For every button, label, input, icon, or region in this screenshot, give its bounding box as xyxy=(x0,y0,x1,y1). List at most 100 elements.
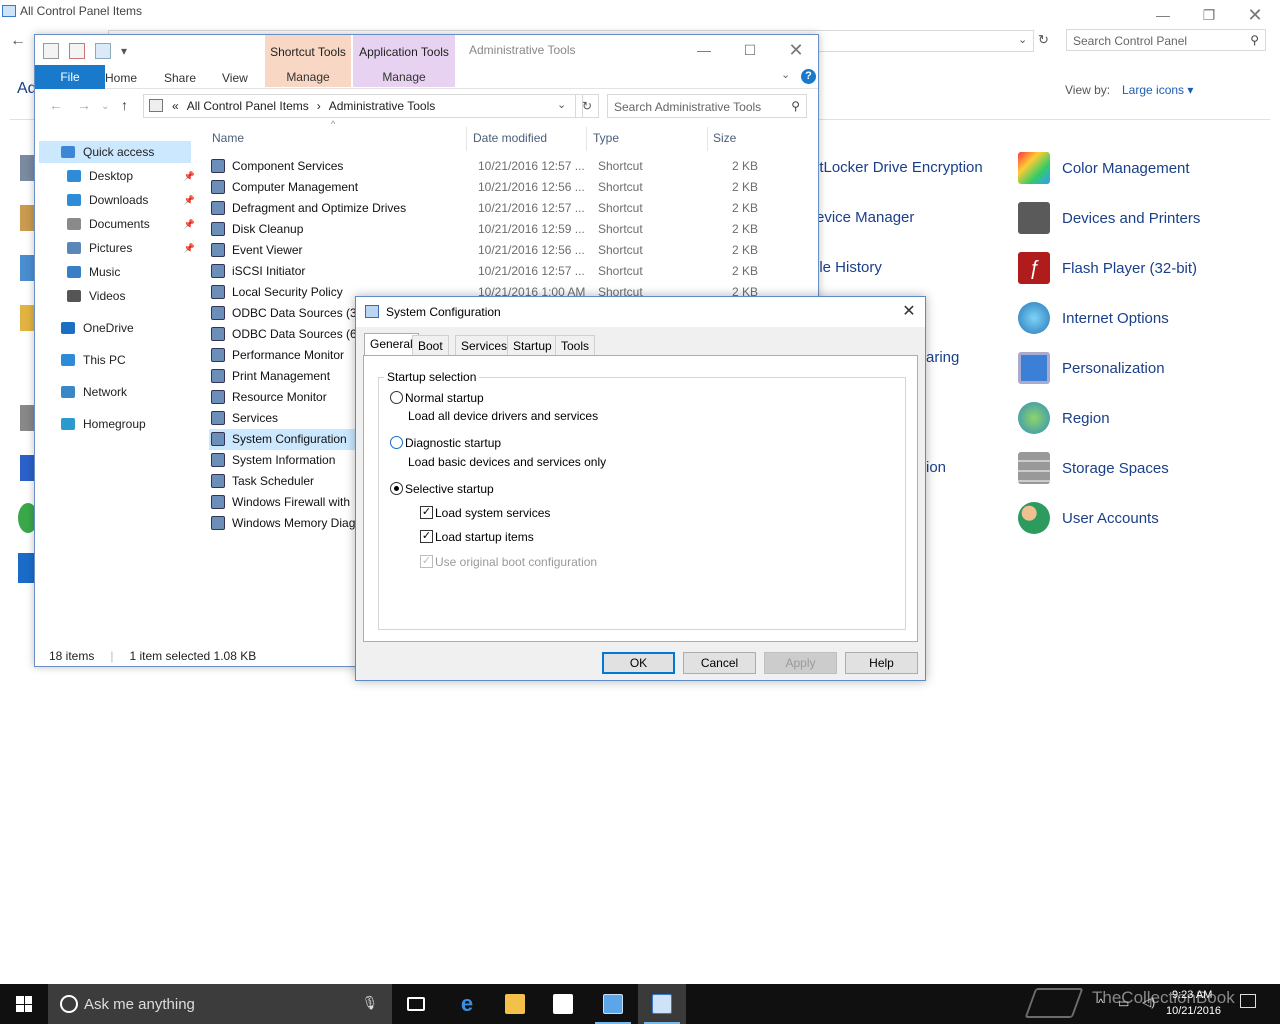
tab-home[interactable]: Home xyxy=(105,71,137,85)
close-icon[interactable]: ✕ xyxy=(773,35,819,65)
store-button[interactable] xyxy=(539,984,587,1024)
forward-arrow-icon[interactable]: → xyxy=(77,97,91,113)
normal-startup-label[interactable]: Normal startup xyxy=(405,391,484,405)
minimize-icon[interactable]: — xyxy=(681,35,727,65)
diagnostic-startup-label[interactable]: Diagnostic startup xyxy=(405,436,501,450)
chevron-down-icon[interactable]: ⌄ xyxy=(557,98,566,111)
table-row[interactable]: iSCSI Initiator 10/21/2016 12:57 ... Short… xyxy=(211,260,811,281)
tab-tools[interactable]: Tools xyxy=(555,335,596,355)
checkmark-icon[interactable] xyxy=(69,43,85,59)
column-header-date[interactable]: Date modified xyxy=(473,131,547,145)
table-row[interactable]: Disk Cleanup 10/21/2016 12:59 ... Shortcut… xyxy=(211,218,811,239)
table-row[interactable]: Event Viewer 10/21/2016 12:56 ... Shortcut… xyxy=(211,239,811,260)
tray-overflow-icon[interactable]: ^ xyxy=(1098,996,1104,1010)
breadcrumb-item[interactable]: Administrative Tools xyxy=(329,99,436,113)
close-icon[interactable]: ✕ xyxy=(896,301,922,323)
sysconfig-taskbar-button[interactable] xyxy=(638,984,686,1024)
sidebar-item-desktop[interactable]: Desktop 📌 xyxy=(67,169,195,183)
tab-share[interactable]: Share xyxy=(164,71,196,85)
cp-item-internet-options[interactable]: Internet Options xyxy=(1018,302,1169,334)
column-separator[interactable] xyxy=(707,127,708,151)
sidebar-item-documents[interactable]: Documents 📌 xyxy=(67,217,195,231)
normal-startup-radio[interactable] xyxy=(390,391,403,404)
sidebar-item-quick-access[interactable]: Quick access xyxy=(61,145,189,159)
action-center-icon[interactable] xyxy=(1240,994,1256,1008)
cp-item-sharing[interactable]: aring xyxy=(926,349,959,366)
microphone-icon[interactable]: 🎙 xyxy=(361,995,378,1011)
task-view-button[interactable] xyxy=(392,984,440,1024)
load-startup-items-checkbox[interactable]: ✓ xyxy=(420,530,433,543)
cortana-search-box[interactable]: Ask me anything 🎙 xyxy=(48,984,392,1024)
cp-item-partial[interactable]: ion xyxy=(926,459,946,476)
column-header-size[interactable]: Size xyxy=(713,131,736,145)
sidebar-item-videos[interactable]: Videos xyxy=(67,289,195,303)
tab-boot[interactable]: Boot xyxy=(412,335,449,355)
tab-view[interactable]: View xyxy=(222,71,248,85)
tab-file[interactable]: File xyxy=(35,65,105,89)
table-row[interactable]: Component Services 10/21/2016 12:57 ... Sh… xyxy=(211,155,811,176)
cp-item-user-accounts[interactable]: User Accounts xyxy=(1018,502,1159,534)
search-input[interactable]: Search Control Panel ⚲ xyxy=(1066,29,1266,51)
cp-item-region[interactable]: Region xyxy=(1018,402,1110,434)
column-separator[interactable] xyxy=(586,127,587,151)
network-tray-icon[interactable]: ▭ xyxy=(1118,996,1129,1010)
search-input[interactable]: Search Administrative Tools ⚲ xyxy=(607,94,807,118)
sidebar-item-this-pc[interactable]: This PC xyxy=(61,353,189,367)
start-button[interactable] xyxy=(0,984,48,1024)
properties-icon[interactable] xyxy=(43,43,59,59)
sidebar-item-network[interactable]: Network xyxy=(61,385,189,399)
breadcrumb[interactable]: « All Control Panel Items › Administrati… xyxy=(143,94,583,118)
sidebar-item-onedrive[interactable]: OneDrive xyxy=(61,321,189,335)
view-by-dropdown[interactable]: Large icons ▾ xyxy=(1122,83,1193,97)
new-folder-icon[interactable] xyxy=(95,43,111,59)
help-button[interactable]: Help xyxy=(845,652,918,674)
diagnostic-startup-radio[interactable] xyxy=(390,436,403,449)
chevron-down-icon[interactable]: ⌄ xyxy=(1018,33,1027,46)
cp-item-device-manager[interactable]: evice Manager xyxy=(816,209,914,226)
volume-icon[interactable]: ◁) xyxy=(1142,995,1155,1009)
restore-icon[interactable]: ❐ xyxy=(1186,0,1232,30)
maximize-icon[interactable]: ☐ xyxy=(727,35,773,65)
refresh-icon[interactable]: ↻ xyxy=(575,94,599,118)
back-arrow-icon[interactable]: ← xyxy=(10,32,26,50)
load-startup-items-label[interactable]: Load startup items xyxy=(435,530,534,544)
sidebar-item-downloads[interactable]: Downloads 📌 xyxy=(67,193,195,207)
cancel-button[interactable]: Cancel xyxy=(683,652,756,674)
back-arrow-icon[interactable]: ← xyxy=(49,97,63,113)
cp-item-file-history[interactable]: ile History xyxy=(816,259,882,276)
ok-button[interactable]: OK xyxy=(602,652,675,674)
tab-services[interactable]: Services xyxy=(455,335,514,355)
breadcrumb-item[interactable]: All Control Panel Items xyxy=(187,99,309,113)
column-header-name[interactable]: Name xyxy=(212,131,244,145)
edge-button[interactable]: e xyxy=(443,984,491,1024)
cp-item-personalization[interactable]: Personalization xyxy=(1018,352,1165,384)
column-header-type[interactable]: Type xyxy=(593,131,619,145)
minimize-icon[interactable]: — xyxy=(1140,0,1186,30)
qat-dropdown-icon[interactable]: ▾ xyxy=(121,44,127,58)
close-icon[interactable]: ✕ xyxy=(1232,0,1278,30)
selective-startup-label[interactable]: Selective startup xyxy=(405,482,494,496)
load-system-services-label[interactable]: Load system services xyxy=(435,506,550,520)
cp-item-bitlocker[interactable]: itLocker Drive Encryption xyxy=(816,159,983,176)
clock-time[interactable]: 9:23 AM xyxy=(1172,989,1212,1001)
load-system-services-checkbox[interactable]: ✓ xyxy=(420,506,433,519)
tab-startup[interactable]: Startup xyxy=(507,335,558,355)
selective-startup-radio[interactable] xyxy=(390,482,403,495)
cp-item-storage-spaces[interactable]: Storage Spaces xyxy=(1018,452,1169,484)
refresh-icon[interactable]: ↻ xyxy=(1038,32,1049,48)
table-row[interactable]: Computer Management 10/21/2016 12:56 ... S… xyxy=(211,176,811,197)
breadcrumb-overflow[interactable]: « xyxy=(172,99,179,113)
clock-date[interactable]: 10/21/2016 xyxy=(1166,1005,1221,1017)
up-arrow-icon[interactable]: ↑ xyxy=(121,97,128,113)
file-explorer-button[interactable] xyxy=(491,984,539,1024)
column-separator[interactable] xyxy=(466,127,467,151)
sidebar-item-pictures[interactable]: Pictures 📌 xyxy=(67,241,195,255)
sidebar-item-music[interactable]: Music xyxy=(67,265,195,279)
control-panel-taskbar-button[interactable] xyxy=(589,984,637,1024)
recent-dropdown-icon[interactable]: ⌄ xyxy=(101,101,109,112)
help-icon[interactable]: ? xyxy=(801,69,816,84)
table-row[interactable]: Defragment and Optimize Drives 10/21/2016… xyxy=(211,197,811,218)
expand-ribbon-icon[interactable]: ⌄ xyxy=(781,68,790,81)
cp-item-flash-player[interactable]: ƒ Flash Player (32-bit) xyxy=(1018,252,1197,284)
cp-item-devices-printers[interactable]: Devices and Printers xyxy=(1018,202,1200,234)
